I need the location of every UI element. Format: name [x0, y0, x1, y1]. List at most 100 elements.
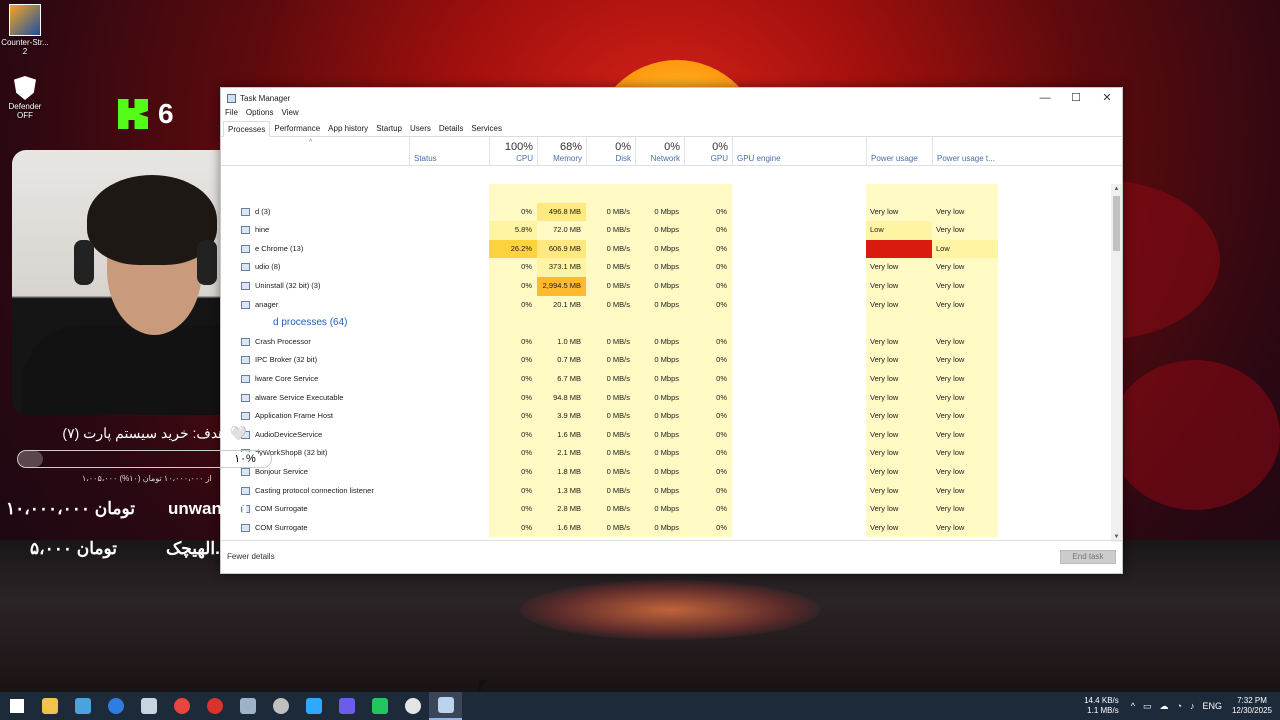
taskbar-button[interactable] [264, 692, 297, 720]
tab-users[interactable]: Users [406, 121, 435, 136]
s-app-icon [338, 698, 355, 714]
volume-icon[interactable]: ♪ [1190, 701, 1195, 711]
process-gpu: 0% [684, 388, 732, 408]
maximize-button[interactable]: ☐ [1061, 91, 1091, 105]
column-cpu[interactable]: 100% CPU [489, 137, 537, 165]
process-row[interactable]: Application Frame Host 0% 3.9 MB 0 MB/s 0 Mb… [221, 407, 1111, 426]
donor-row: ۵،۰۰۰ تومان الهیچک... [0, 535, 270, 575]
process-net: 0 Mbps [635, 221, 684, 240]
task-manager-window[interactable]: Task Manager — ☐ ✕ File Options View Pro… [220, 87, 1123, 574]
display-icon[interactable]: ▭ [1143, 701, 1152, 712]
process-mem: 1.6 MB [537, 425, 586, 445]
clock-date: 12/30/2025 [1231, 706, 1272, 715]
end-task-button[interactable]: End task [1060, 550, 1116, 564]
process-row[interactable]: dyWorkShop8 (32 bit) 0% 2.1 MB 0 MB/s 0 Mbps… [221, 444, 1111, 463]
donation-goal-widget: هدف: خرید سیستم پارت (۷) 🤍 ۱۰% ۱،۰۰۵،۰۰۰… [12, 418, 277, 483]
process-row[interactable]: d (3) 0% 496.8 MB 0 MB/s 0 Mbps 0% Very low Ver… [221, 202, 1111, 222]
column-gpu-engine[interactable]: GPU engine [732, 137, 866, 165]
net-upload: 1.1 MB/s [1087, 706, 1119, 715]
scroll-up-icon[interactable]: ▲ [1111, 186, 1122, 192]
menu-options[interactable]: Options [246, 108, 274, 121]
process-row[interactable]: alware Service Executable 0% 94.8 MB 0 MB/s… [221, 388, 1111, 408]
taskbar-button[interactable] [165, 692, 198, 720]
process-net: 0 Mbps [635, 481, 684, 501]
process-list-scrollbar[interactable]: ▲ ▼ [1111, 184, 1122, 542]
tab-services[interactable]: Services [467, 121, 506, 136]
process-row[interactable]: Uninstall (32 bit) (3) 0% 2,994.5 MB 0 MB/s… [221, 276, 1111, 296]
taskbar-button[interactable] [231, 692, 264, 720]
taskbar-button[interactable] [33, 692, 66, 720]
desktop-icon-defender-off[interactable]: Defender OFF [0, 76, 50, 120]
process-row[interactable]: AudioDeviceService 0% 1.6 MB 0 MB/s 0 Mbps 0%… [221, 425, 1111, 445]
taskbar-button[interactable] [132, 692, 165, 720]
process-row[interactable]: e Chrome (13) 26.2% 606.9 MB 0 MB/s 0 Mbps 0%… [221, 239, 1111, 259]
taskbar-button[interactable] [396, 692, 429, 720]
process-row[interactable]: hine 5.8% 72.0 MB 0 MB/s 0 Mbps 0% Low Very low [221, 221, 1111, 240]
process-row[interactable]: lware Core Service 0% 6.7 MB 0 MB/s 0 Mbps 0%… [221, 369, 1111, 389]
process-disk: 0 MB/s [586, 332, 635, 352]
process-row[interactable]: Crash Processor 0% 1.0 MB 0 MB/s 0 Mbps 0% Ver… [221, 332, 1111, 352]
process-gpu: 0% [684, 444, 732, 463]
process-row[interactable]: anager 0% 20.1 MB 0 MB/s 0 Mbps 0% Very low Ver… [221, 295, 1111, 315]
taskbar-apps [0, 692, 462, 720]
tab-app-history[interactable]: App history [324, 121, 372, 136]
process-row[interactable]: Bonjour Service 0% 1.8 MB 0 MB/s 0 Mbps 0% Ver… [221, 462, 1111, 482]
language-indicator[interactable]: ENG [1202, 701, 1222, 711]
taskbar-button[interactable] [99, 692, 132, 720]
process-power: Very low [866, 481, 932, 501]
process-power: Very low [866, 444, 932, 463]
tab-details[interactable]: Details [435, 121, 467, 136]
process-gpu: 0% [684, 518, 732, 538]
process-mem: 94.8 MB [537, 388, 586, 408]
chevron-up-icon[interactable]: ^ [1131, 701, 1135, 711]
title-bar[interactable]: Task Manager — ☐ ✕ [221, 88, 1122, 108]
column-disk[interactable]: 0% Disk [586, 137, 635, 165]
taskbar: 14.4 KB/s 1.1 MB/s ^ ▭ ☁ ◔ ♪ ENG 7:32 PM… [0, 692, 1280, 720]
cloud-icon[interactable]: ☁ [1160, 701, 1169, 712]
column-network[interactable]: 0% Network [635, 137, 684, 165]
clock[interactable]: 7:32 PM 12/30/2025 [1232, 696, 1272, 716]
taskbar-button[interactable] [198, 692, 231, 720]
process-power: Very low [866, 388, 932, 408]
wifi-icon[interactable]: ◔ [1177, 701, 1182, 711]
menu-view[interactable]: View [281, 108, 298, 121]
process-row[interactable]: Casting protocol connection listener 0% 1.… [221, 481, 1111, 501]
scrollbar-thumb[interactable] [1113, 196, 1120, 251]
process-mem: 2.8 MB [537, 500, 586, 519]
close-button[interactable]: ✕ [1092, 91, 1122, 105]
clock-app-icon [272, 698, 289, 714]
column-power-usage[interactable]: Power usage [866, 137, 932, 165]
taskbar-button[interactable] [330, 692, 363, 720]
column-power-usage-trend[interactable]: Power usage t... [932, 137, 998, 165]
counter-strike-icon [9, 4, 41, 36]
process-row[interactable]: COM Surrogate 0% 1.6 MB 0 MB/s 0 Mbps 0% Very … [221, 518, 1111, 538]
process-row[interactable]: IPC Broker (32 bit) 0% 0.7 MB 0 MB/s 0 Mbps 0… [221, 351, 1111, 370]
process-row[interactable]: COM Surrogate 0% 2.8 MB 0 MB/s 0 Mbps 0% Very … [221, 500, 1111, 519]
process-disk: 0 MB/s [586, 388, 635, 408]
taskbar-button[interactable] [297, 692, 330, 720]
tab-startup[interactable]: Startup [372, 121, 406, 136]
process-row[interactable]: udio (8) 0% 373.1 MB 0 MB/s 0 Mbps 0% Very low… [221, 258, 1111, 277]
tab-performance[interactable]: Performance [270, 121, 324, 136]
tab-processes[interactable]: Processes [223, 121, 271, 137]
top-donors-widget: ۱۰،۰۰۰،۰۰۰ تومان unwanted ۵،۰۰۰ تومان ال… [0, 495, 270, 575]
taskbar-button[interactable] [0, 692, 33, 720]
process-group-header[interactable]: d processes (64) [221, 314, 1111, 333]
group-name: d processes (64) [273, 317, 348, 329]
process-power: Very low [866, 351, 932, 370]
process-mem: 1.8 MB [537, 462, 586, 482]
net-download: 14.4 KB/s [1084, 696, 1119, 705]
minimize-button[interactable]: — [1030, 91, 1060, 105]
menu-file[interactable]: File [225, 108, 238, 121]
process-power: Very low [866, 407, 932, 426]
taskbar-button[interactable] [66, 692, 99, 720]
process-power: Very low [866, 500, 932, 519]
process-list[interactable]: d (3) 0% 496.8 MB 0 MB/s 0 Mbps 0% Very low Ver… [221, 184, 1111, 542]
desktop-icon-counter-strike[interactable]: Counter-Str... 2 [0, 4, 50, 56]
column-memory[interactable]: 68% Memory [537, 137, 586, 165]
column-gpu[interactable]: 0% GPU [684, 137, 732, 165]
taskbar-button[interactable] [363, 692, 396, 720]
task-manager-icon [227, 93, 236, 103]
taskbar-button[interactable] [429, 692, 462, 720]
column-status[interactable]: Status [409, 137, 489, 165]
